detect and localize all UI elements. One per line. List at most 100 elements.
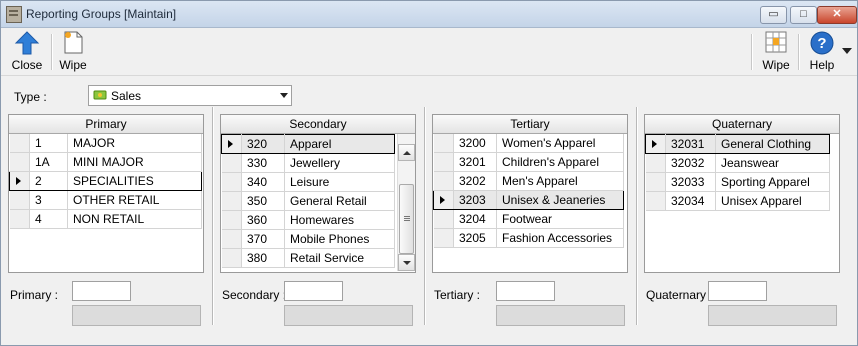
row-selector[interactable] <box>433 209 454 229</box>
code-cell: 1A <box>29 152 68 172</box>
secondary-code-input[interactable] <box>284 281 343 301</box>
title-bar[interactable]: Reporting Groups [Maintain] ▭ □ ✕ <box>1 1 857 28</box>
close-window-button[interactable]: ✕ <box>817 6 857 24</box>
primary-code-input[interactable] <box>72 281 131 301</box>
close-button[interactable]: Close <box>9 30 45 74</box>
row-selector[interactable] <box>433 152 454 172</box>
code-cell: 350 <box>241 191 285 211</box>
row-selector[interactable] <box>221 153 242 173</box>
row-selector[interactable] <box>221 191 242 211</box>
row-selector[interactable] <box>433 190 454 210</box>
toolbar-separator <box>51 34 53 70</box>
table-row[interactable]: 380 Retail Service <box>221 248 395 268</box>
code-cell: 32033 <box>665 172 716 192</box>
maximize-button[interactable]: □ <box>790 6 817 24</box>
row-selector[interactable] <box>433 171 454 191</box>
row-selector[interactable] <box>645 134 666 154</box>
name-cell: NON RETAIL <box>67 209 202 229</box>
row-selector[interactable] <box>9 134 30 153</box>
minimize-button[interactable]: ▭ <box>760 6 787 24</box>
code-cell: 320 <box>241 134 285 154</box>
toolbar-overflow-icon[interactable] <box>842 48 852 54</box>
row-selector[interactable] <box>221 248 242 268</box>
window-title: Reporting Groups [Maintain] <box>26 7 177 21</box>
table-row[interactable]: 370 Mobile Phones <box>221 229 395 249</box>
row-selector[interactable] <box>221 229 242 249</box>
table-row-selected[interactable]: 3203 Unisex & Jeaneries <box>433 190 624 210</box>
name-cell: General Clothing <box>715 134 830 154</box>
scroll-thumb[interactable] <box>399 184 414 254</box>
help-button[interactable]: ? Help <box>804 30 840 74</box>
secondary-header: Secondary <box>221 115 415 134</box>
close-button-label: Close <box>11 58 43 72</box>
table-row[interactable]: 3204 Footwear <box>433 209 624 229</box>
table-row[interactable]: 32033 Sporting Apparel <box>645 172 830 192</box>
table-row[interactable]: 350 General Retail <box>221 191 395 211</box>
table-row[interactable]: 32034 Unisex Apparel <box>645 191 830 211</box>
code-cell: 32034 <box>665 191 716 211</box>
table-row[interactable]: 3201 Children's Apparel <box>433 152 624 172</box>
secondary-field-label: Secondary : <box>222 288 287 302</box>
name-cell: MAJOR <box>67 134 202 153</box>
scroll-down-icon[interactable] <box>398 254 415 271</box>
table-row[interactable]: 1A MINI MAJOR <box>9 152 202 172</box>
wipe-grid-button[interactable]: Wipe <box>758 30 794 74</box>
row-selector[interactable] <box>221 210 242 230</box>
grid-icon <box>765 31 787 53</box>
table-row[interactable]: 3205 Fashion Accessories <box>433 228 624 248</box>
maximize-icon: □ <box>800 8 807 20</box>
table-row[interactable]: 3 OTHER RETAIL <box>9 190 202 210</box>
up-arrow-icon <box>14 31 40 55</box>
name-cell: Apparel <box>284 134 395 154</box>
chevron-down-icon[interactable] <box>280 93 288 98</box>
help-button-label: Help <box>809 58 835 72</box>
quaternary-code-input[interactable] <box>708 281 767 301</box>
row-selector[interactable] <box>645 153 666 173</box>
row-selector[interactable] <box>9 190 30 210</box>
primary-field-label: Primary : <box>10 288 58 302</box>
table-row[interactable]: 32032 Jeanswear <box>645 153 830 173</box>
table-row[interactable]: 3200 Women's Apparel <box>433 134 624 153</box>
table-row[interactable]: 4 NON RETAIL <box>9 209 202 229</box>
code-cell: 330 <box>241 153 285 173</box>
type-select[interactable]: Sales <box>88 85 292 106</box>
row-selector[interactable] <box>221 134 242 154</box>
row-selector[interactable] <box>9 152 30 172</box>
table-row-selected[interactable]: 2 SPECIALITIES <box>9 171 202 191</box>
scroll-up-icon[interactable] <box>398 144 415 161</box>
row-selector[interactable] <box>9 171 30 191</box>
tertiary-code-input[interactable] <box>496 281 555 301</box>
main-window: Reporting Groups [Maintain] ▭ □ ✕ Close … <box>0 0 858 346</box>
quaternary-grid: Quaternary 32031 General Clothing 32032 Je… <box>644 114 840 273</box>
code-cell: 3201 <box>453 152 497 172</box>
table-row-selected[interactable]: 32031 General Clothing <box>645 134 830 154</box>
row-selector[interactable] <box>433 134 454 153</box>
table-row-selected[interactable]: 320 Apparel <box>221 134 395 154</box>
row-selector[interactable] <box>645 172 666 192</box>
name-cell: Homewares <box>284 210 395 230</box>
code-cell: 370 <box>241 229 285 249</box>
table-row[interactable]: 340 Leisure <box>221 172 395 192</box>
tertiary-field-label: Tertiary : <box>434 288 481 302</box>
row-selector[interactable] <box>645 191 666 211</box>
current-row-icon <box>228 140 233 148</box>
table-row[interactable]: 330 Jewellery <box>221 153 395 173</box>
tertiary-header: Tertiary <box>433 115 627 134</box>
wipe-grid-label: Wipe <box>762 58 790 72</box>
close-icon: ✕ <box>832 8 842 20</box>
table-row[interactable]: 1 MAJOR <box>9 134 202 153</box>
secondary-scrollbar[interactable] <box>397 134 415 271</box>
name-cell: Children's Apparel <box>496 152 624 172</box>
table-row[interactable]: 3202 Men's Apparel <box>433 171 624 191</box>
wipe-button[interactable]: Wipe <box>56 30 90 74</box>
code-cell: 380 <box>241 248 285 268</box>
type-label: Type : <box>14 90 47 104</box>
row-selector[interactable] <box>9 209 30 229</box>
row-selector[interactable] <box>221 172 242 192</box>
primary-grid: Primary 1 MAJOR 1A MINI MAJOR 2 SPECIALITIE… <box>8 114 204 273</box>
table-row[interactable]: 360 Homewares <box>221 210 395 230</box>
code-cell: 340 <box>241 172 285 192</box>
primary-header: Primary <box>9 115 203 134</box>
row-selector[interactable] <box>433 228 454 248</box>
svg-text:?: ? <box>817 35 826 52</box>
